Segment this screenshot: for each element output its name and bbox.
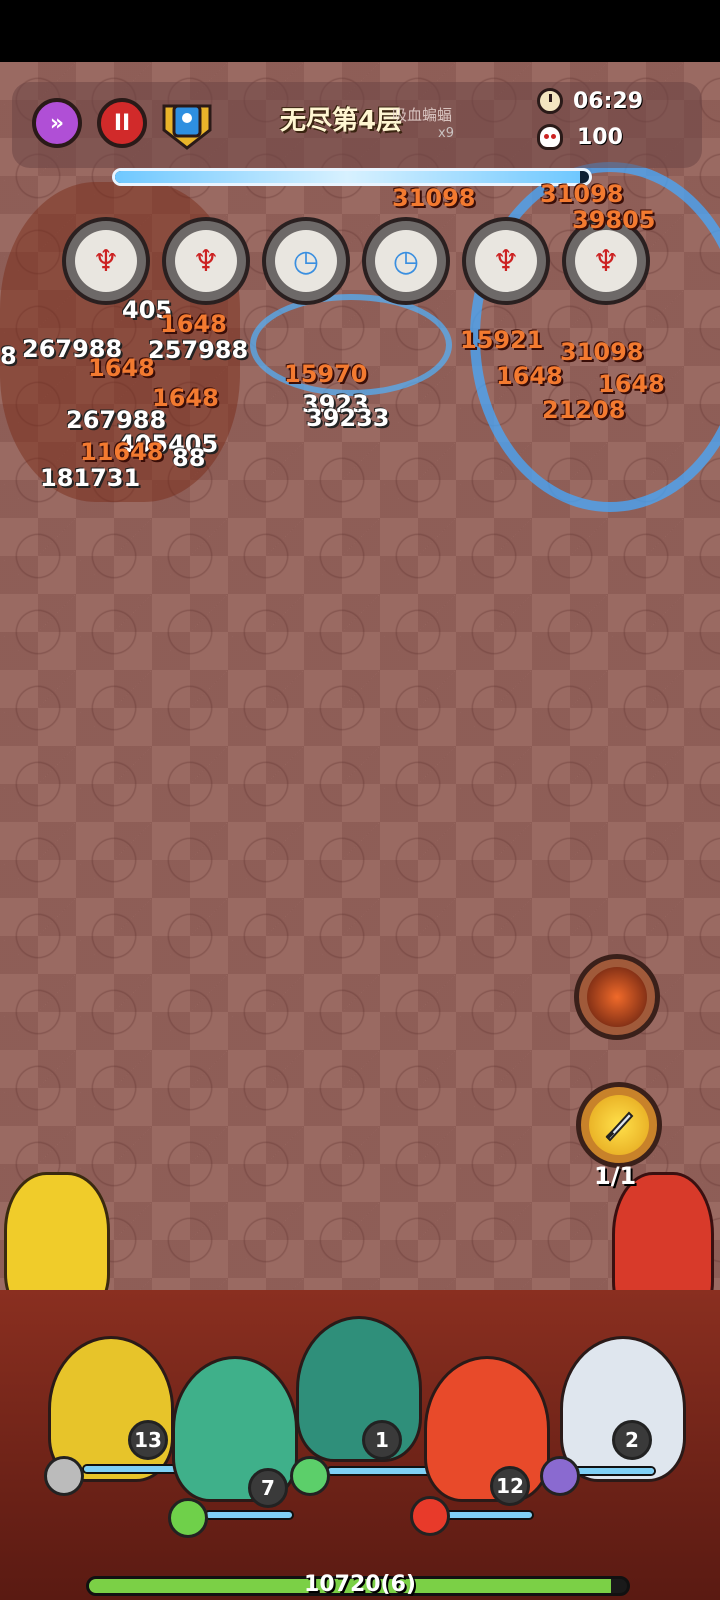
hero-level: 2 <box>612 1420 652 1460</box>
wind-icon <box>44 1456 84 1496</box>
tornado-icon <box>168 1498 208 1538</box>
status-bar <box>0 0 720 62</box>
timer: 06:29 <box>537 88 643 114</box>
damage-number: 11648 <box>80 438 164 466</box>
timer-value: 06:29 <box>573 88 644 114</box>
magnet-sword-icon: ♆ <box>75 230 137 292</box>
damage-number: 257988 <box>148 336 249 364</box>
hero-hp-fill <box>206 1512 292 1518</box>
speed-button[interactable]: » <box>32 98 82 148</box>
hero-hp-bar <box>570 1466 656 1476</box>
hero-level: 1 <box>362 1420 402 1460</box>
stage-title: 无尽第4层 <box>280 106 403 136</box>
damage-number: 15921 <box>460 326 544 354</box>
fire-ring-icon <box>410 1496 450 1536</box>
boss-hp-fill <box>115 171 580 183</box>
magnet-sword-icon: ♆ <box>175 230 237 292</box>
fast-forward-icon: » <box>49 110 65 136</box>
magnet-sword-icon: ♆ <box>575 230 637 292</box>
skull-icon <box>537 124 563 150</box>
ultimate-skill-button[interactable] <box>574 954 660 1040</box>
skill-slot[interactable]: ♆ <box>62 217 150 305</box>
hero-hp-fill <box>572 1468 654 1474</box>
damage-number: 1648 <box>88 354 155 382</box>
wave-icon <box>290 1456 330 1496</box>
damage-number: 31098 <box>560 338 644 366</box>
hero-level: 13 <box>128 1420 168 1460</box>
hero-blue-ghost[interactable] <box>296 1316 422 1462</box>
skill-slot[interactable]: ◷ <box>262 217 350 305</box>
damage-number: 1648 <box>160 310 227 338</box>
skill-slot[interactable]: ◷ <box>362 217 450 305</box>
pause-icon: II <box>113 110 131 136</box>
kill-counter: 100 <box>537 124 623 150</box>
boss-hp-bar <box>112 168 592 186</box>
damage-number: 31098 <box>392 184 476 212</box>
hero-hp-bar <box>204 1510 294 1520</box>
damage-number: 8 <box>0 342 17 370</box>
hero-fire-monk[interactable] <box>424 1356 550 1502</box>
base-hp-label: 10720(6) <box>304 1572 416 1597</box>
hero-level: 7 <box>248 1468 288 1508</box>
damage-number: 31098 <box>540 180 624 208</box>
kill-count: 100 <box>577 124 623 150</box>
damage-number: 39233 <box>306 404 390 432</box>
damage-number: 1648 <box>598 370 665 398</box>
damage-number: 88 <box>172 444 206 472</box>
damage-number: 181731 <box>40 464 141 492</box>
damage-number: 39805 <box>572 206 656 234</box>
auto-battle-shield-icon[interactable] <box>158 96 216 152</box>
hero-hp-bar <box>326 1466 436 1476</box>
hero-hp-bar <box>444 1510 534 1520</box>
moon-icon <box>540 1456 580 1496</box>
pause-button[interactable]: II <box>97 98 147 148</box>
skill-slot[interactable]: ♆ <box>462 217 550 305</box>
damage-number: 267988 <box>66 406 167 434</box>
item-count: 1/1 <box>594 1162 637 1190</box>
hero-hp-fill <box>446 1512 532 1518</box>
hero-level: 12 <box>490 1466 530 1506</box>
demon-face-icon <box>587 967 647 1027</box>
boss-name: 吸血蝙蝠 <box>392 106 453 124</box>
damage-number: 21208 <box>542 396 626 424</box>
damage-number: 1648 <box>496 362 563 390</box>
cooldown-clock-icon: ◷ <box>275 230 337 292</box>
skill-slots: ♆ ♆ ◷ ◷ ♆ ♆ <box>62 217 650 305</box>
damage-number: 15970 <box>284 360 368 388</box>
hero-old-sage[interactable] <box>560 1336 686 1482</box>
boss-count: x9 <box>438 126 454 141</box>
item-skill-button[interactable] <box>576 1082 662 1168</box>
skill-slot[interactable]: ♆ <box>162 217 250 305</box>
magnet-sword-icon: ♆ <box>475 230 537 292</box>
clock-icon <box>537 88 563 114</box>
hero-hp-fill <box>328 1468 434 1474</box>
sword-icon <box>589 1095 649 1155</box>
cooldown-clock-icon: ◷ <box>375 230 437 292</box>
